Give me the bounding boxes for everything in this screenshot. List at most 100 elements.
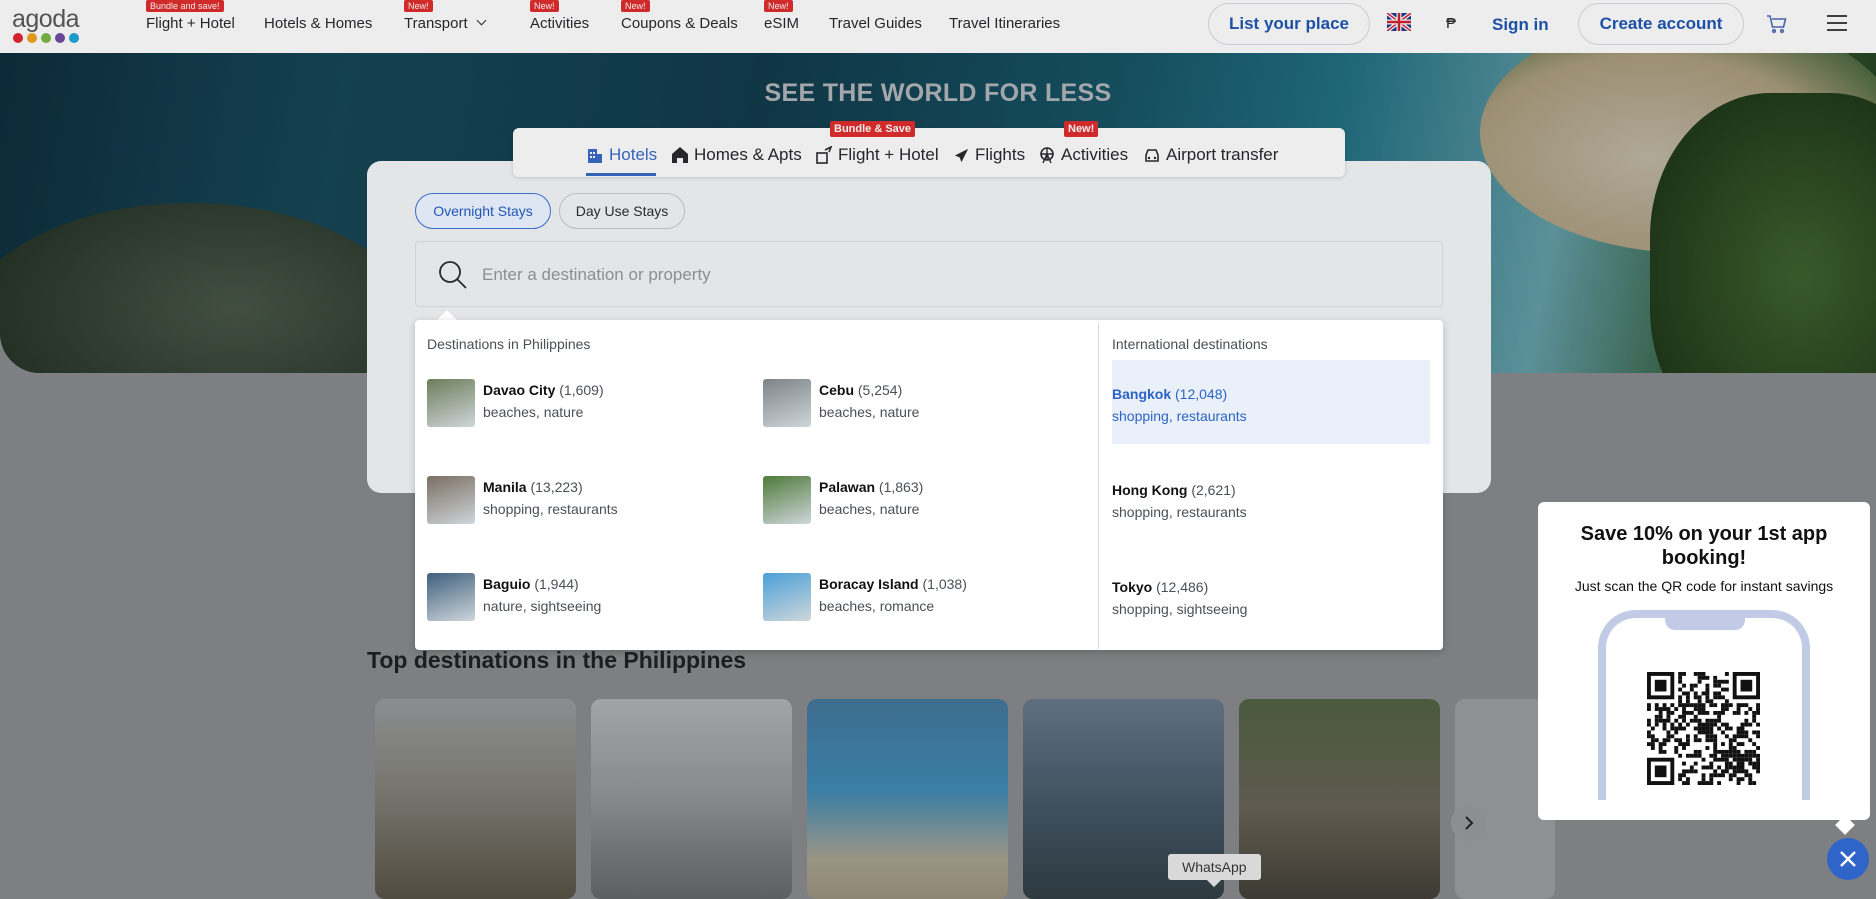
nav-hotels-homes[interactable]: Hotels & Homes <box>264 15 372 32</box>
nav-flight-hotel[interactable]: Bundle and save! Flight + Hotel <box>146 0 235 32</box>
agoda-logo[interactable]: agoda <box>12 6 80 43</box>
property-count: (1,609) <box>559 382 604 398</box>
nav-coupons-deals[interactable]: New! Coupons & Deals <box>621 0 738 32</box>
tab-label: Airport transfer <box>1166 145 1279 164</box>
logo-dot <box>27 33 37 43</box>
tab-label: Activities <box>1061 145 1129 164</box>
destination-name: Manila <box>483 479 527 495</box>
nav-activities[interactable]: New! Activities <box>530 0 590 32</box>
logo-dot <box>13 33 23 43</box>
nav-label: Coupons & Deals <box>621 15 738 32</box>
destination-davao-city[interactable]: Davao City (1,609) beaches, nature <box>427 379 604 427</box>
destination-name: Baguio <box>483 576 531 592</box>
destination-thumbnail <box>763 476 811 524</box>
plane-icon <box>954 148 969 162</box>
destination-name: Cebu <box>819 382 854 398</box>
destination-tags: shopping, restaurants <box>483 501 618 517</box>
destination-tags: beaches, nature <box>483 404 584 420</box>
top-header: agoda Bundle and save! Flight + Hotel Ho… <box>0 0 1876 53</box>
currency-selector[interactable]: ₱ <box>1446 15 1456 32</box>
nav-label: Travel Guides <box>829 15 922 32</box>
hero-title: SEE THE WORLD FOR LESS <box>764 79 1112 107</box>
logo-dot <box>55 33 65 43</box>
tab-badge: New! <box>1064 121 1099 137</box>
destination-baguio[interactable]: Baguio (1,944) nature, sightseeing <box>427 573 601 621</box>
destination-tags: shopping, restaurants <box>1112 408 1247 424</box>
destination-name: Palawan <box>819 479 876 495</box>
tab-label: Hotels <box>609 145 658 164</box>
ferris-wheel-icon <box>1040 147 1054 164</box>
property-count: (1,863) <box>878 479 924 495</box>
nav-travel-itineraries[interactable]: Travel Itineraries <box>949 15 1060 32</box>
destination-card[interactable] <box>591 699 792 899</box>
destination-tokyo[interactable]: Tokyo (12,486) shopping, sightseeing <box>1112 553 1430 637</box>
nav-label: Travel Itineraries <box>949 15 1061 32</box>
destination-name: Bangkok <box>1112 386 1172 402</box>
destination-bangkok[interactable]: Bangkok (12,048) shopping, restaurants <box>1112 360 1430 444</box>
nav-label: Transport <box>404 15 468 32</box>
product-tabs: Hotels Homes & Apts Flight + Hotel Bundl… <box>513 121 1345 177</box>
close-promo-button[interactable] <box>1827 838 1869 880</box>
cart-icon[interactable] <box>1766 13 1788 40</box>
tab-label: Flights <box>975 145 1026 164</box>
day-use-stays-toggle[interactable]: Day Use Stays <box>559 193 685 229</box>
destination-thumbnail <box>763 573 811 621</box>
search-icon <box>438 260 468 295</box>
tab-label: Homes & Apts <box>694 145 802 164</box>
property-count: (12,048) <box>1175 386 1228 402</box>
nav-label: Flight + Hotel <box>146 15 235 32</box>
create-account-button[interactable]: Create account <box>1578 3 1744 45</box>
destination-hong-kong[interactable]: Hong Kong (2,621) shopping, restaurants <box>1112 456 1430 540</box>
dropdown-divider <box>1098 323 1099 649</box>
nav-badge: New! <box>530 0 559 12</box>
nav-transport[interactable]: New! Transport <box>404 0 487 32</box>
tab-flights[interactable]: Flights <box>953 145 1025 165</box>
overnight-stays-toggle[interactable]: Overnight Stays <box>415 193 551 229</box>
property-count: (1,944) <box>534 576 579 592</box>
tab-airport-transfer[interactable]: Airport transfer <box>1143 145 1278 165</box>
carousel-next-button[interactable] <box>1451 805 1487 841</box>
nav-esim[interactable]: New! eSIM <box>764 0 799 32</box>
hero-island-shape <box>0 203 420 373</box>
hero-forest-shape <box>1650 93 1876 373</box>
destination-card[interactable] <box>375 699 576 899</box>
destination-palawan[interactable]: Palawan (1,863) beaches, nature <box>763 476 923 524</box>
destination-manila[interactable]: Manila (13,223) shopping, restaurants <box>427 476 618 524</box>
destination-tags: beaches, nature <box>819 404 920 420</box>
list-your-place-button[interactable]: List your place <box>1208 3 1370 45</box>
destination-cebu[interactable]: Cebu (5,254) beaches, nature <box>763 379 919 427</box>
home-icon <box>672 147 688 163</box>
tab-label: Flight + Hotel <box>838 145 939 164</box>
phone-notch <box>1665 610 1745 630</box>
destination-name: Tokyo <box>1112 579 1153 595</box>
uk-flag-icon[interactable] <box>1385 11 1413 36</box>
hotel-icon <box>588 149 602 163</box>
logo-dots <box>13 33 79 43</box>
logo-dot <box>41 33 51 43</box>
nav-travel-guides[interactable]: Travel Guides <box>829 15 922 32</box>
nav-label: Activities <box>530 15 590 32</box>
qr-code-icon <box>1647 672 1760 785</box>
destination-card[interactable] <box>807 699 1008 899</box>
search-input[interactable] <box>482 263 1382 287</box>
nav-badge: Bundle and save! <box>146 0 224 12</box>
destination-card[interactable] <box>1239 699 1440 899</box>
destination-name: Davao City <box>483 382 556 398</box>
section-title: Top destinations in the Philippines <box>367 647 747 673</box>
nav-badge: New! <box>621 0 650 12</box>
sign-in-link[interactable]: Sign in <box>1492 15 1549 35</box>
close-icon <box>1840 851 1856 867</box>
destination-boracay-island[interactable]: Boracay Island (1,038) beaches, romance <box>763 573 967 621</box>
tab-homes-apts[interactable]: Homes & Apts <box>671 145 802 165</box>
tab-hotels[interactable]: Hotels <box>586 145 657 165</box>
hamburger-menu-icon[interactable] <box>1826 13 1848 38</box>
property-count: (5,254) <box>857 382 903 398</box>
tab-activities[interactable]: Activities <box>1038 145 1128 165</box>
tab-flight-hotel[interactable]: Flight + Hotel <box>815 145 939 165</box>
flight-hotel-icon <box>816 146 833 164</box>
destination-thumbnail <box>427 379 475 427</box>
chevron-right-icon <box>1465 816 1474 830</box>
international-destinations-heading: International destinations <box>1112 336 1268 352</box>
logo-dot <box>69 33 79 43</box>
property-count: (2,621) <box>1191 482 1236 498</box>
